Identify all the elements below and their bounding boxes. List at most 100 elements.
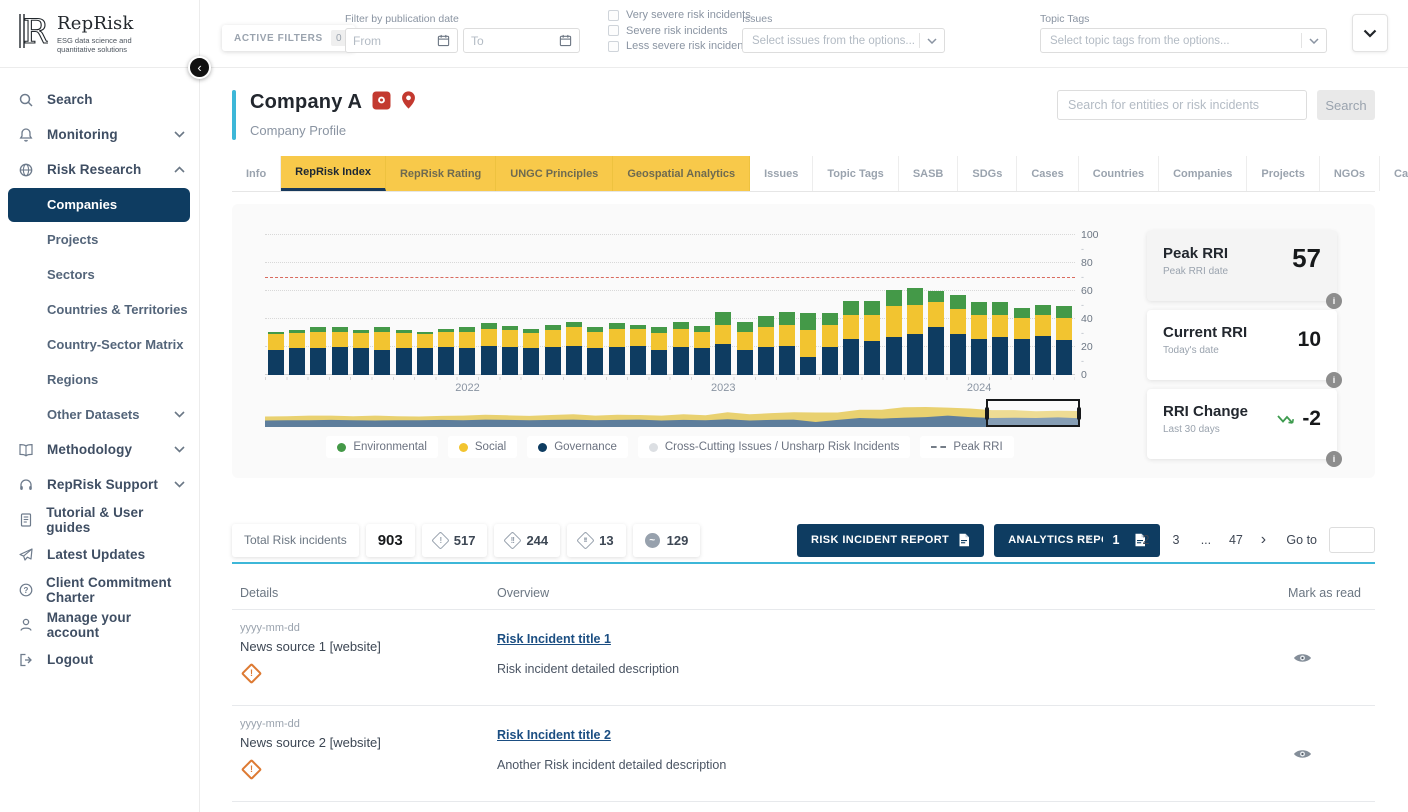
checkbox-severe-risk-incidents[interactable]: Severe risk incidents — [608, 25, 752, 37]
sidebar-item-search[interactable]: Search — [0, 82, 199, 117]
y-tick-0: 0 — [1077, 368, 1113, 382]
unsharp-incidents-chip[interactable]: ~ 129 — [633, 524, 701, 557]
date-from-field[interactable] — [345, 28, 458, 53]
tab-reprisk-index[interactable]: RepRisk Index — [281, 156, 386, 191]
bar-segment-social — [1035, 315, 1051, 336]
checkbox-box[interactable] — [608, 41, 619, 52]
sidebar-item-companies[interactable]: Companies — [0, 187, 199, 222]
tab-cases[interactable]: Cases — [1017, 156, 1078, 191]
legend-item-cross-cutting-issues-unsharp-risk-incidents[interactable]: Cross-Cutting Issues / Unsharp Risk Inci… — [638, 436, 911, 458]
info-icon[interactable]: i — [1326, 451, 1342, 467]
sidebar-item-monitoring[interactable]: Monitoring — [0, 117, 199, 152]
checkbox-less-severe-risk-incidents[interactable]: Less severe risk incidents — [608, 40, 752, 52]
bar-slot — [1054, 235, 1075, 375]
tab-sdgs[interactable]: SDGs — [958, 156, 1017, 191]
checkbox-box[interactable] — [608, 25, 619, 36]
filters-collapse-button[interactable] — [1352, 14, 1388, 52]
stacked-bar-month-2 — [289, 330, 305, 375]
tab-reprisk-rating[interactable]: RepRisk Rating — [386, 156, 496, 191]
stacked-bar-month-13 — [523, 329, 539, 375]
tab-info[interactable]: Info — [232, 156, 281, 191]
sidebar-item-reprisk-support[interactable]: RepRisk Support — [0, 467, 199, 502]
tab-ngos[interactable]: NGOs — [1320, 156, 1380, 191]
severity-count: 13 — [599, 533, 613, 548]
sidebar-item-risk-research[interactable]: Risk Research — [0, 152, 199, 187]
topic-tags-select[interactable]: Select topic tags from the options... — [1040, 28, 1327, 53]
risk-incident-report-button[interactable]: RISK INCIDENT REPORT — [797, 524, 984, 557]
info-icon[interactable]: i — [1326, 293, 1342, 309]
total-risk-incidents-label: Total Risk incidents — [244, 533, 347, 547]
tab-projects[interactable]: Projects — [1247, 156, 1319, 191]
sidebar-item-label: Latest Updates — [47, 547, 145, 562]
sidebar-item-countries-territories[interactable]: Countries & Territories — [0, 292, 199, 327]
info-icon[interactable]: i — [1326, 372, 1342, 388]
sidebar-item-projects[interactable]: Projects — [0, 222, 199, 257]
tab-companies[interactable]: Companies — [1159, 156, 1247, 191]
calendar-icon[interactable] — [437, 34, 450, 47]
bar-segment-social — [310, 332, 326, 349]
legend-item-peak-rri[interactable]: Peak RRI — [920, 436, 1013, 458]
sidebar-item-logout[interactable]: Logout — [0, 642, 199, 677]
checkbox-box[interactable] — [608, 10, 619, 21]
sidebar-item-other-datasets[interactable]: Other Datasets — [0, 397, 199, 432]
navigator-brush-handle[interactable] — [986, 399, 1080, 427]
sidebar-collapse-button[interactable]: ‹ — [188, 56, 211, 79]
bar-segment-governance — [822, 347, 838, 375]
sidebar-item-regions[interactable]: Regions — [0, 362, 199, 397]
pagination-page-3[interactable]: 3 — [1163, 528, 1188, 553]
pagination-page-47[interactable]: 47 — [1223, 528, 1248, 553]
eye-icon[interactable] — [1293, 652, 1312, 664]
entity-search-input[interactable] — [1057, 90, 1307, 120]
bar-segment-governance — [992, 337, 1008, 375]
pagination-page-2[interactable]: 2 — [1133, 528, 1158, 553]
reprisk-logo[interactable]: R RepRisk ESG data science and quantitat… — [0, 0, 199, 68]
country-flag-icon[interactable] — [372, 91, 391, 115]
date-from-input[interactable] — [353, 34, 437, 48]
checkbox-very-severe-risk-incidents[interactable]: Very severe risk incidents — [608, 9, 752, 21]
active-filters-chip[interactable]: ACTIVE FILTERS 0 — [222, 25, 355, 51]
eye-icon[interactable] — [1293, 748, 1312, 760]
stacked-bar-month-18 — [630, 325, 646, 375]
legend-item-social[interactable]: Social — [448, 436, 517, 458]
tab-countries[interactable]: Countries — [1079, 156, 1159, 191]
bar-slot — [798, 235, 819, 375]
sidebar-item-client-commitment-charter[interactable]: ?Client Commitment Charter — [0, 572, 199, 607]
entity-search-button[interactable]: Search — [1317, 90, 1375, 120]
location-pin-icon[interactable] — [401, 90, 416, 115]
legend-item-environmental[interactable]: Environmental — [326, 436, 438, 458]
sidebar-item-latest-updates[interactable]: Latest Updates — [0, 537, 199, 572]
brand-tagline-2: quantitative solutions — [57, 45, 127, 54]
pagination-next[interactable]: › — [1253, 531, 1273, 549]
sidebar-item-methodology[interactable]: Methodology — [0, 432, 199, 467]
sidebar-item-tutorial-user-guides[interactable]: Tutorial & User guides — [0, 502, 199, 537]
stacked-bar-month-29 — [864, 301, 880, 375]
date-to-input[interactable] — [471, 34, 559, 48]
goto-page-input[interactable] — [1329, 527, 1375, 553]
incident-title-link[interactable]: Risk Incident title 1 — [497, 632, 611, 646]
bar-segment-environmental — [864, 301, 880, 315]
tab-ungc-principles[interactable]: UNGC Principles — [496, 156, 613, 191]
incident-mark-cell — [1230, 718, 1375, 789]
legend-dot — [459, 443, 468, 452]
sidebar-item-country-sector-matrix[interactable]: Country-Sector Matrix — [0, 327, 199, 362]
severity-3-chip[interactable]: !!! 13 — [567, 524, 625, 557]
tab-topic-tags[interactable]: Topic Tags — [813, 156, 898, 191]
y-minor-tick: - — [1077, 298, 1113, 312]
issues-select[interactable]: Select issues from the options... — [742, 28, 945, 53]
pagination-page-1[interactable]: 1 — [1103, 528, 1128, 553]
severity-3-icon: !!! — [576, 531, 594, 549]
pagination-prev[interactable]: ‹ — [1078, 531, 1098, 549]
sidebar-item-manage-your-account[interactable]: Manage your account — [0, 607, 199, 642]
tab-issues[interactable]: Issues — [750, 156, 813, 191]
severity-1-chip[interactable]: !517 — [422, 524, 488, 557]
date-to-field[interactable] — [463, 28, 580, 53]
incident-title-link[interactable]: Risk Incident title 2 — [497, 728, 611, 742]
severity-count: 244 — [526, 533, 548, 548]
tab-sasb[interactable]: SASB — [899, 156, 959, 191]
severity-2-chip[interactable]: !!244 — [494, 524, 560, 557]
legend-item-governance[interactable]: Governance — [527, 436, 628, 458]
tab-geospatial-analytics[interactable]: Geospatial Analytics — [613, 156, 750, 191]
sidebar-item-sectors[interactable]: Sectors — [0, 257, 199, 292]
tab-campaigns[interactable]: Campaigns — [1380, 156, 1408, 191]
calendar-icon[interactable] — [559, 34, 572, 47]
